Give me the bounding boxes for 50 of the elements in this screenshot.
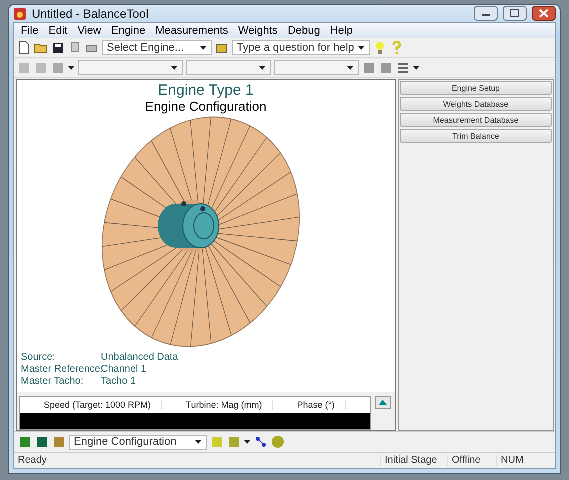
side-button[interactable]: Weights Database (400, 97, 552, 111)
engine-select[interactable]: Select Engine... (102, 40, 212, 55)
menu-item[interactable]: Help (325, 24, 358, 36)
app-icon (13, 6, 27, 20)
side-button[interactable]: Trim Balance (400, 129, 552, 143)
close-button[interactable] (532, 6, 556, 21)
help-search-field[interactable]: Type a question for help (232, 40, 370, 55)
info-value: Tacho 1 (101, 376, 138, 388)
menu-item[interactable]: View (72, 24, 106, 36)
menu-item[interactable]: Edit (44, 24, 73, 36)
info-value: Channel 1 (101, 364, 148, 376)
caret-icon (413, 66, 420, 70)
menu-item[interactable]: Measurements (150, 24, 234, 36)
caret-icon (68, 66, 75, 70)
new-file-icon[interactable] (17, 40, 31, 54)
list-icon[interactable] (396, 60, 410, 74)
caret-icon (259, 66, 266, 70)
window-title: Untitled - BalanceTool (32, 6, 150, 20)
menu-item[interactable]: Engine (106, 24, 151, 36)
column-header: Phase (°) (273, 400, 346, 410)
nodes-icon[interactable] (254, 435, 268, 449)
maximize-button[interactable] (503, 6, 527, 21)
view-select[interactable]: Engine Configuration (69, 434, 207, 450)
caret-icon (358, 46, 365, 50)
side-button[interactable]: Measurement Database (400, 113, 552, 127)
info-value: Unbalanced Data (101, 352, 178, 364)
caret-icon (171, 66, 178, 70)
menu-item[interactable]: File (16, 24, 44, 36)
caret-icon (347, 66, 354, 70)
status-text: NUM (496, 455, 555, 466)
engine-title: Engine Type 1 (158, 82, 254, 99)
expand-up-button[interactable] (375, 396, 391, 409)
caret-icon (244, 440, 251, 444)
column-header: Turbine: Mag (mm) (162, 400, 274, 410)
minimize-button[interactable] (474, 6, 498, 21)
save-icon[interactable] (51, 40, 65, 54)
status-text: Initial Stage (380, 455, 447, 466)
caret-icon (200, 46, 207, 50)
status-text: Ready (17, 455, 48, 466)
side-button[interactable]: Engine Setup (400, 81, 552, 95)
info-label: Master Tacho: (21, 376, 85, 388)
menu-item[interactable]: Debug (282, 24, 326, 36)
status-text: Offline (447, 455, 496, 466)
lightbulb-icon[interactable] (373, 40, 387, 54)
info-label: Master Reference: (21, 364, 101, 376)
menu-item[interactable]: Weights (233, 24, 283, 36)
view-subtitle: Engine Configuration (145, 99, 267, 114)
caret-icon (195, 440, 202, 444)
column-header: Speed (Target: 1000 RPM) (20, 400, 162, 410)
info-label: Source: (21, 352, 56, 364)
